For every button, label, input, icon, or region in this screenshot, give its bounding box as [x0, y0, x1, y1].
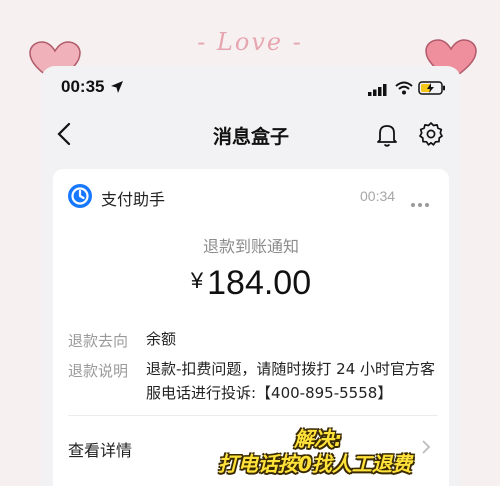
message-card: 支付助手 00:34 退款到账通知 ¥184.00 退款去向 余额 退款说明 退…	[53, 169, 449, 486]
phone-screen: 00:35 消息盒子 支付助手 00:34 退款到账通知 ¥ 184.00 退款…	[41, 66, 461, 486]
divider	[68, 415, 438, 416]
currency-symbol: ¥	[190, 268, 204, 293]
amount-row: ¥184.00	[53, 264, 449, 303]
view-details-link[interactable]: 查看详情	[68, 437, 132, 461]
alipay-logo-icon	[68, 184, 92, 208]
gear-icon[interactable]	[418, 121, 444, 151]
field-label: 退款说明	[68, 362, 129, 380]
overlay-caption-line2: 打电话按0找人工退费	[218, 452, 412, 476]
chevron-right-icon[interactable]	[421, 439, 431, 459]
message-time: 00:34	[360, 188, 396, 204]
notice-title: 退款到账通知	[202, 237, 299, 256]
app-name: 支付助手	[101, 190, 166, 209]
more-icon[interactable]	[410, 193, 430, 212]
field-value: 退款-扣费问题，请随时拨打 24 小时官方客服电话进行投诉:【400-895-5…	[146, 360, 436, 402]
bell-icon[interactable]	[374, 122, 400, 152]
nav-bar: 消息盒子	[41, 108, 461, 160]
wifi-icon	[395, 80, 413, 99]
field-label: 退款去向	[68, 332, 129, 350]
status-bar: 00:35	[41, 66, 461, 108]
status-time: 00:35	[61, 77, 105, 96]
location-arrow-icon	[110, 79, 124, 98]
field-value: 余额	[146, 330, 177, 348]
love-decoration-text: - Love -	[197, 28, 303, 56]
signal-icon	[368, 81, 388, 100]
refund-amount: 184.00	[207, 264, 312, 302]
battery-charging-icon	[418, 80, 446, 99]
